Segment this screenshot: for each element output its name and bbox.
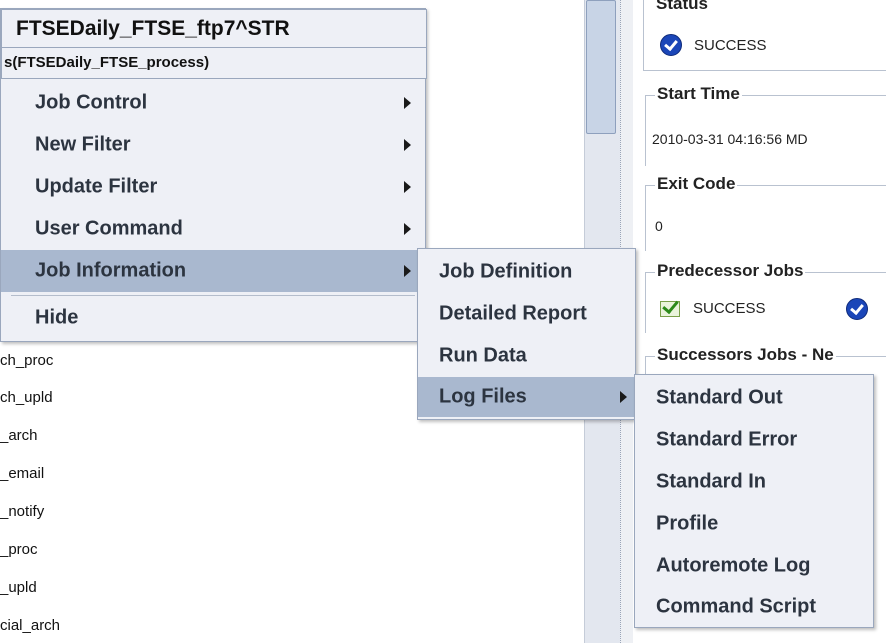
menu-item-label: Detailed Report — [439, 302, 587, 325]
box-name-label: s(FTSEDaily_FTSE_process) — [4, 54, 210, 71]
success-check-icon — [660, 301, 680, 317]
log-files-submenu: Standard Out Standard Error Standard In … — [634, 374, 874, 628]
menu-separator — [11, 295, 415, 296]
menu-item-label: Autoremote Log — [656, 554, 811, 577]
menu-item-label: Hide — [35, 306, 79, 329]
submenu-arrow-icon — [404, 223, 411, 235]
success-icon — [846, 298, 868, 320]
submenu-arrow-icon — [404, 265, 411, 277]
job-name-label: FTSEDaily_FTSE_ftp7^STR — [16, 17, 290, 40]
menu-item-label: Standard Error — [656, 428, 798, 451]
menu-item-hide[interactable]: Hide — [1, 297, 425, 339]
job-information-submenu: Job Definition Detailed Report Run Data … — [417, 248, 636, 420]
menu-item-standard-in[interactable]: Standard In — [635, 461, 873, 503]
tree-row[interactable]: _upld — [0, 579, 37, 596]
menu-item-label: Standard In — [656, 470, 767, 493]
menu-item-job-control[interactable]: Job Control — [1, 82, 425, 124]
menu-item-label: User Command — [35, 217, 183, 240]
tree-row[interactable]: _proc — [0, 541, 38, 558]
menu-item-label: Job Information — [35, 259, 187, 282]
submenu-arrow-icon — [404, 97, 411, 109]
tree-row[interactable]: ch_upld — [0, 389, 53, 406]
menu-item-label: Profile — [656, 512, 719, 535]
menu-item-update-filter[interactable]: Update Filter — [1, 166, 425, 208]
menu-item-detailed-report[interactable]: Detailed Report — [418, 293, 635, 335]
menu-item-autoremote-log[interactable]: Autoremote Log — [635, 545, 873, 587]
scrollbar-thumb[interactable] — [586, 0, 616, 134]
tree-row[interactable]: _notify — [0, 503, 44, 520]
tree-row[interactable]: _arch — [0, 427, 38, 444]
submenu-arrow-icon — [620, 391, 627, 403]
menu-item-label: New Filter — [35, 133, 131, 156]
menu-item-label: Standard Out — [656, 386, 783, 409]
start-time-value: 2010-03-31 04:16:56 MD — [652, 131, 808, 147]
menu-item-user-command[interactable]: User Command — [1, 208, 425, 250]
menu-item-log-files[interactable]: Log Files — [418, 377, 635, 417]
submenu-arrow-icon — [404, 139, 411, 151]
menu-item-run-data[interactable]: Run Data — [418, 335, 635, 377]
status-title: Status — [654, 0, 710, 14]
menu-item-label: Job Control — [35, 91, 148, 114]
menu-item-job-definition[interactable]: Job Definition — [418, 251, 635, 293]
status-value: SUCCESS — [694, 37, 767, 54]
menu-item-new-filter[interactable]: New Filter — [1, 124, 425, 166]
job-context-menu: FTSEDaily_FTSE_ftp7^STR s(FTSEDaily_FTSE… — [0, 8, 427, 342]
menu-item-label: Log Files — [439, 385, 527, 408]
submenu-arrow-icon — [404, 181, 411, 193]
exit-code-title: Exit Code — [655, 174, 738, 194]
predecessor-title: Predecessor Jobs — [655, 261, 806, 281]
tree-row[interactable]: _email — [0, 465, 44, 482]
menu-item-label: Job Definition — [439, 260, 573, 283]
menu-item-label: Run Data — [439, 344, 527, 367]
menu-item-label: Command Script — [656, 595, 817, 618]
successors-title: Successors Jobs - Ne — [655, 345, 836, 365]
menu-item-job-information[interactable]: Job Information — [1, 250, 425, 292]
start-time-title: Start Time — [655, 84, 742, 104]
menu-item-standard-error[interactable]: Standard Error — [635, 419, 873, 461]
exit-code-value: 0 — [655, 218, 663, 234]
box-name-header: s(FTSEDaily_FTSE_process) — [1, 47, 427, 79]
tree-row[interactable]: cial_arch — [0, 617, 60, 634]
menu-item-label: Update Filter — [35, 175, 158, 198]
success-icon — [660, 34, 682, 56]
predecessor-value: SUCCESS — [693, 300, 766, 317]
menu-item-standard-out[interactable]: Standard Out — [635, 377, 873, 419]
tree-row[interactable]: ch_proc — [0, 352, 53, 369]
job-name-header: FTSEDaily_FTSE_ftp7^STR — [1, 9, 427, 49]
menu-item-profile[interactable]: Profile — [635, 503, 873, 545]
menu-item-command-script[interactable]: Command Script — [635, 587, 873, 627]
exit-code-group — [645, 185, 886, 251]
